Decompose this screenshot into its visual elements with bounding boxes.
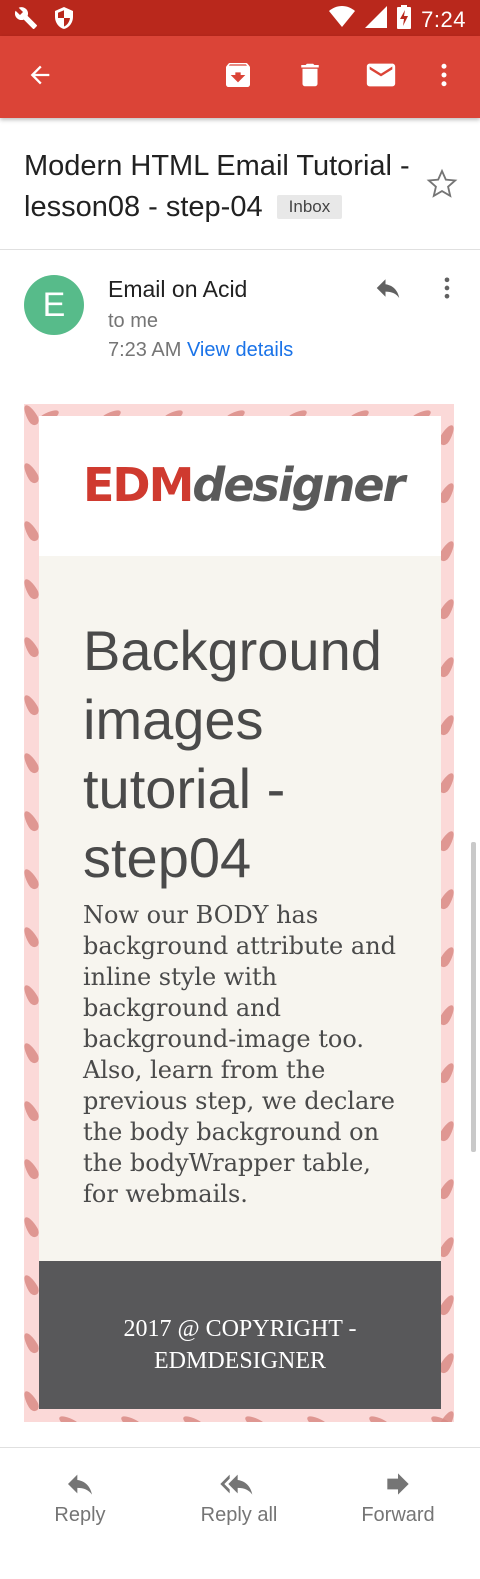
sender-name: Email on Acid bbox=[108, 276, 248, 302]
shield-icon bbox=[52, 6, 76, 35]
cellular-signal-icon bbox=[365, 6, 388, 33]
scrollbar[interactable] bbox=[471, 842, 476, 1152]
battery-icon bbox=[397, 5, 412, 34]
logo-edm: EDM bbox=[83, 458, 194, 512]
reply-button-header[interactable] bbox=[368, 270, 408, 310]
reply-icon bbox=[15, 1468, 145, 1500]
leaf-pattern bbox=[56, 1413, 82, 1422]
forward-icon bbox=[333, 1468, 463, 1500]
message-more-button[interactable] bbox=[432, 270, 462, 310]
copyright-text: 2017 @ COPYRIGHT - EDMDESIGNER bbox=[123, 1316, 357, 1374]
leaf-pattern bbox=[366, 1413, 392, 1422]
email-card: EDMdesigner Background images tutorial -… bbox=[39, 416, 441, 1409]
archive-icon bbox=[222, 59, 254, 96]
forward-button[interactable]: Forward bbox=[333, 1468, 463, 1527]
reply-label: Reply bbox=[54, 1504, 106, 1526]
inbox-label[interactable]: Inbox bbox=[276, 195, 343, 219]
email-headline: Background images tutorial - step04 bbox=[83, 619, 382, 889]
back-button[interactable] bbox=[20, 57, 60, 97]
archive-button[interactable] bbox=[218, 57, 258, 97]
logo-area: EDMdesigner bbox=[39, 416, 441, 556]
leaf-pattern bbox=[242, 1413, 268, 1422]
wifi-icon bbox=[329, 6, 356, 33]
logo-designer: designer bbox=[192, 458, 405, 512]
clock-time: 7:24 bbox=[421, 6, 466, 32]
reply-icon bbox=[373, 273, 403, 308]
bottom-divider bbox=[0, 1447, 480, 1448]
email-paragraph: Now our BODY has background attribute an… bbox=[83, 901, 397, 1208]
more-vert-icon bbox=[429, 60, 459, 95]
email-footer: 2017 @ COPYRIGHT - EDMDESIGNER bbox=[39, 1261, 441, 1409]
mark-unread-button[interactable] bbox=[361, 57, 401, 97]
forward-label: Forward bbox=[361, 1504, 435, 1526]
wrench-icon bbox=[14, 6, 38, 35]
reply-all-button[interactable]: Reply all bbox=[174, 1468, 304, 1527]
reply-button[interactable]: Reply bbox=[15, 1468, 145, 1527]
delete-button[interactable] bbox=[290, 57, 330, 97]
leaf-pattern bbox=[304, 1413, 330, 1422]
more-vert-icon bbox=[433, 274, 461, 307]
sent-time: 7:23 AM bbox=[108, 339, 182, 361]
email-subject: Modern HTML Email Tutorial - lesson08 - … bbox=[24, 146, 414, 228]
back-arrow-icon bbox=[26, 61, 54, 94]
leaf-pattern bbox=[118, 1413, 144, 1422]
star-button[interactable] bbox=[422, 166, 462, 206]
email-body: EDMdesigner Background images tutorial -… bbox=[24, 404, 454, 1422]
recipient-line[interactable]: to me bbox=[108, 310, 158, 333]
star-outline-icon bbox=[425, 167, 459, 206]
reply-all-icon bbox=[174, 1468, 304, 1500]
app-bar bbox=[0, 36, 480, 118]
leaf-pattern bbox=[180, 1413, 206, 1422]
header-divider bbox=[0, 249, 480, 250]
mail-icon bbox=[364, 58, 398, 97]
subject-text: Modern HTML Email Tutorial - lesson08 - … bbox=[24, 150, 410, 223]
content-area: Background images tutorial - step04 Now … bbox=[39, 556, 441, 1261]
status-bar: 7:24 bbox=[0, 0, 480, 36]
delete-icon bbox=[295, 60, 325, 95]
reply-all-label: Reply all bbox=[200, 1504, 278, 1526]
edmdesigner-logo[interactable]: EDMdesigner bbox=[83, 458, 405, 512]
more-options-button[interactable] bbox=[424, 57, 464, 97]
sent-time-line: 7:23 AM View details bbox=[108, 339, 293, 362]
avatar[interactable]: E bbox=[24, 275, 84, 335]
view-details-link[interactable]: View details bbox=[187, 339, 293, 361]
